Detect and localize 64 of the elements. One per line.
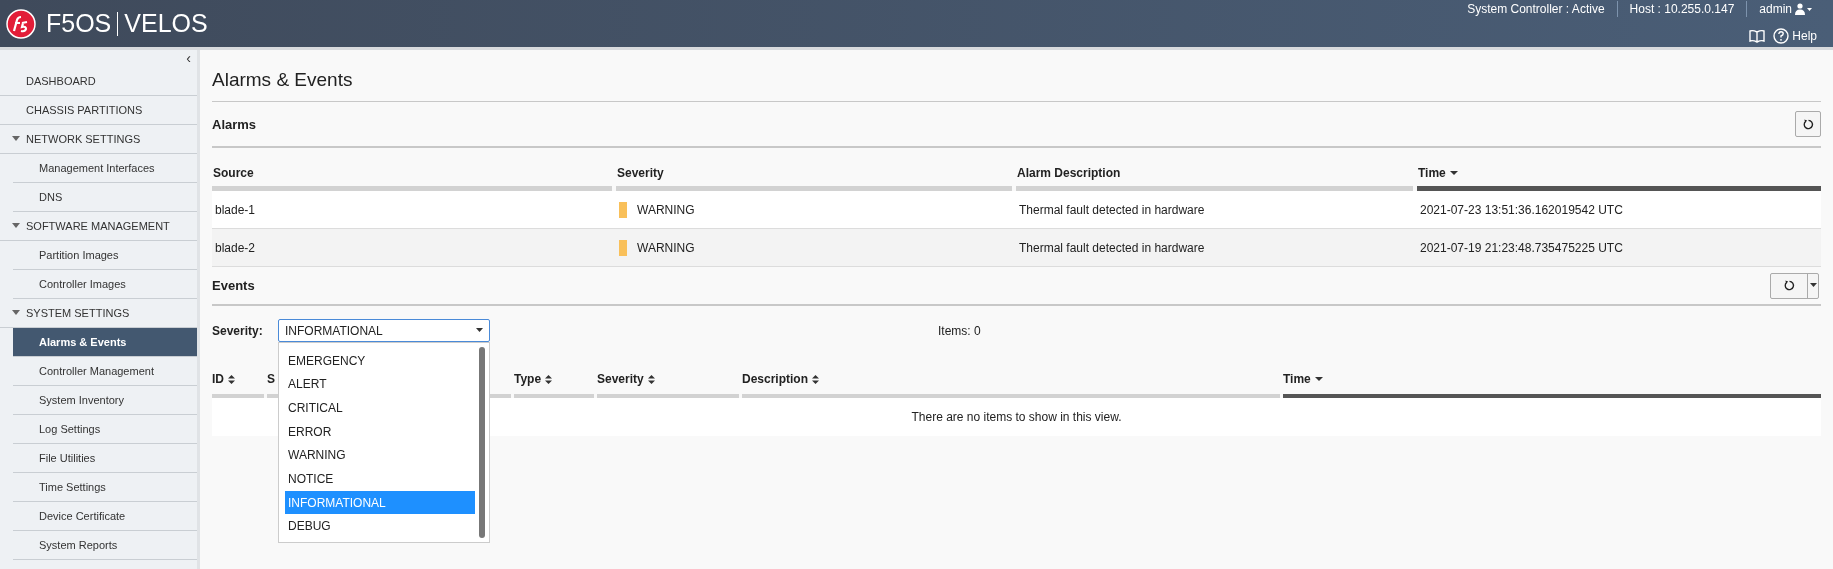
sidebar-item[interactable]: CHASSIS PARTITIONS <box>0 96 197 125</box>
caret-icon <box>12 136 20 142</box>
dropdown-option[interactable]: WARNING <box>285 443 475 468</box>
table-cell: WARNING <box>637 240 695 255</box>
refresh-icon <box>1802 118 1814 130</box>
sidebar-item[interactable]: Log Settings <box>13 415 197 444</box>
section-title: Events <box>212 278 255 293</box>
sidebar-item[interactable]: DNS <box>13 183 197 212</box>
dropdown-option[interactable]: DEBUG <box>285 514 475 538</box>
refresh-icon <box>1783 280 1795 291</box>
sidebar-item[interactable]: Time Settings <box>13 473 197 502</box>
refresh-split-button[interactable] <box>1770 272 1819 299</box>
sidebar-item[interactable]: Controller Management <box>13 357 197 386</box>
dropdown-option[interactable]: ALERT <box>285 372 475 397</box>
page-title: Alarms & Events <box>212 50 1821 102</box>
table-cell-text: Thermal fault detected in hardware <box>1018 239 1206 257</box>
dropdown-option[interactable]: ERROR <box>285 419 475 444</box>
collapse-button[interactable]: ‹ <box>180 50 197 67</box>
caret-icon <box>12 223 20 229</box>
caret-icon <box>1809 283 1817 288</box>
table-cell-text: blade-1 <box>214 201 257 219</box>
logo-icon <box>6 8 36 39</box>
sidebar-item[interactable]: DASHBOARD <box>0 67 197 96</box>
table-cell-text: 2021-07-19 21:23:48.735475225 UTC <box>1419 239 1624 257</box>
caret-icon <box>12 310 20 316</box>
controller-status: System Controller : Active <box>1467 2 1605 16</box>
help-button[interactable]: Help <box>1773 28 1817 44</box>
sort-icon <box>647 374 655 384</box>
sidebar-item[interactable]: Management Interfaces <box>13 154 197 183</box>
sidebar-item[interactable]: Alarms & Events <box>13 328 197 357</box>
caret-icon <box>476 328 483 333</box>
sidebar-item[interactable]: System Inventory <box>13 386 197 415</box>
host-address: Host : 10.255.0.147 <box>1629 2 1735 16</box>
table-cell-text: 2021-07-23 13:51:36.162019542 UTC <box>1419 201 1624 219</box>
platform-name: VELOS <box>124 9 208 38</box>
user-icon <box>1795 3 1813 15</box>
severity-dropdown[interactable]: INFORMATIONAL <box>278 319 490 342</box>
section-title: Alarms <box>212 116 257 132</box>
sidebar-item[interactable]: Device Certificate <box>13 502 197 531</box>
dropdown-option[interactable]: CRITICAL <box>285 396 475 420</box>
sidebar-item[interactable]: Controller Images <box>13 270 197 299</box>
table-cell-text: blade-2 <box>214 239 257 257</box>
sidebar-item[interactable]: System Reports <box>13 531 197 560</box>
book-icon[interactable] <box>1749 29 1766 43</box>
sort-icon <box>812 374 819 384</box>
product-name: F5OS <box>46 9 112 38</box>
dropdown-option[interactable]: EMERGENCY <box>285 349 475 373</box>
user-menu[interactable]: admin <box>1759 2 1813 16</box>
refresh-button[interactable] <box>1795 111 1821 137</box>
filter-label: Severity: <box>212 323 264 338</box>
sidebar-item[interactable]: NETWORK SETTINGS <box>0 125 197 154</box>
help-icon <box>1773 28 1790 44</box>
sidebar-item[interactable]: File Utilities <box>13 444 197 473</box>
table-cell: WARNING <box>637 202 695 217</box>
sidebar-item[interactable]: Partition Images <box>13 241 197 270</box>
sort-icon <box>545 374 553 384</box>
scrollbar[interactable] <box>479 347 485 538</box>
sort-down-icon <box>1314 376 1323 382</box>
items-count: Items: 0 <box>938 323 981 338</box>
dropdown-option[interactable]: NOTICE <box>285 467 475 491</box>
sort-icon <box>228 374 235 384</box>
sort-down-icon <box>1449 170 1458 176</box>
table-cell-text: Thermal fault detected in hardware <box>1018 201 1206 219</box>
sidebar-item[interactable]: SOFTWARE MANAGEMENT <box>0 212 197 241</box>
